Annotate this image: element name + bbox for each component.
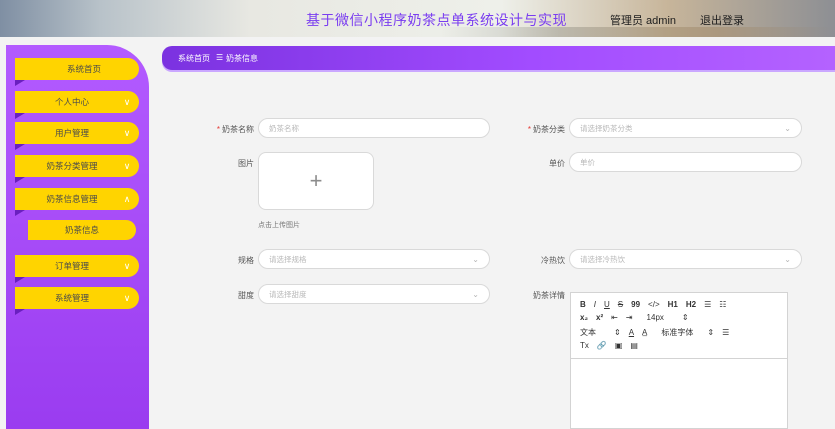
sidebar-item-label: 奶茶信息管理	[46, 194, 98, 204]
temp-label: 冷热饮	[541, 256, 565, 265]
outdent-icon[interactable]: ⇤	[611, 313, 618, 322]
ordered-list-icon[interactable]: ☰	[704, 300, 711, 309]
image-icon[interactable]: ▣	[615, 341, 623, 350]
background-color-button[interactable]: A̲	[642, 328, 647, 337]
quote-button[interactable]: 99	[631, 300, 640, 309]
sweet-placeholder: 请选择甜度	[269, 289, 307, 299]
sidebar-item-label: 系统管理	[54, 293, 89, 303]
chevron-down-icon: ⌄	[784, 124, 791, 133]
code-button[interactable]: </>	[648, 300, 660, 309]
chevron-down-icon: ⌄	[472, 290, 479, 299]
spec-select[interactable]: 请选择规格 ⌄	[258, 249, 490, 269]
video-icon[interactable]: ▤	[630, 341, 638, 350]
flag-decoration	[15, 80, 25, 86]
flag-decoration	[15, 113, 25, 119]
name-label: * 奶茶名称	[216, 125, 254, 134]
breadcrumb-separator-icon: ☰	[216, 53, 224, 62]
sidebar-item-home[interactable]: 系统首页	[15, 58, 139, 86]
font-size-select[interactable]: 14px	[647, 313, 664, 322]
flag-decoration	[15, 210, 25, 216]
sweet-label: 甜度	[238, 291, 254, 300]
sidebar-item-system[interactable]: 系统管理 ∨	[15, 287, 139, 315]
sidebar-item-users[interactable]: 用户管理 ∨	[15, 122, 139, 150]
heading1-button[interactable]: H1	[668, 300, 678, 309]
spec-label: 规格	[238, 256, 254, 265]
flag-decoration	[15, 277, 25, 283]
strike-button[interactable]: S	[618, 300, 623, 309]
breadcrumb-current: 奶茶信息	[226, 54, 258, 63]
temp-placeholder: 请选择冷热饮	[580, 254, 625, 264]
clear-format-button[interactable]: Tx	[580, 341, 589, 350]
italic-button[interactable]: I	[594, 300, 596, 309]
chevron-down-icon: ∨	[123, 127, 131, 138]
subscript-button[interactable]: x₂	[580, 313, 588, 322]
flag-decoration	[15, 177, 25, 183]
admin-label: 管理员 admin	[610, 15, 677, 27]
chevron-down-icon: ∨	[123, 292, 131, 303]
chevron-down-icon: ∨	[123, 160, 131, 171]
text-color-button[interactable]: A	[629, 328, 634, 337]
breadcrumb: 系统首页 ☰ 奶茶信息	[162, 46, 835, 70]
sidebar-item-orders[interactable]: 订单管理 ∨	[15, 255, 139, 283]
price-label: 单价	[549, 159, 565, 168]
sweet-select[interactable]: 请选择甜度 ⌄	[258, 284, 490, 304]
image-label: 图片	[238, 159, 254, 168]
align-icon[interactable]: ☰	[722, 328, 729, 337]
sidebar-item-label: 用户管理	[54, 128, 89, 138]
flag-decoration	[15, 144, 25, 150]
sidebar-item-label: 订单管理	[54, 261, 89, 271]
font-family-select[interactable]: 标准字体	[661, 327, 693, 338]
sidebar-item-tea-info[interactable]: 奶茶信息管理 ∧	[15, 188, 139, 216]
sidebar: 系统首页 个人中心 ∨ 用户管理 ∨ 奶茶分类管理 ∨ 奶茶信息管理 ∧ 奶茶信…	[6, 45, 149, 429]
indent-icon[interactable]: ⇥	[626, 313, 633, 322]
site-title: 基于微信小程序奶茶点单系统设计与实现	[306, 12, 567, 28]
price-input[interactable]: 单价	[569, 152, 802, 172]
chevron-down-icon: ∨	[123, 96, 131, 107]
paragraph-select[interactable]: 文本	[580, 327, 596, 338]
chevron-down-icon: ⌄	[784, 255, 791, 264]
superscript-button[interactable]: x²	[596, 313, 603, 322]
category-label: * 奶茶分类	[527, 125, 565, 134]
logout-link[interactable]: 退出登录	[700, 12, 744, 28]
chevron-down-icon: ∨	[123, 260, 131, 271]
upload-tip: 点击上传图片	[258, 222, 300, 229]
bullet-list-icon[interactable]: ☷	[719, 300, 726, 309]
sidebar-item-category[interactable]: 奶茶分类管理 ∨	[15, 155, 139, 183]
sidebar-item-personal[interactable]: 个人中心 ∨	[15, 91, 139, 119]
font-family-arrow-icon[interactable]: ⇕	[707, 328, 714, 337]
plus-icon: +	[309, 168, 323, 193]
image-uploader[interactable]: +	[258, 152, 374, 210]
detail-label: 奶茶详情	[533, 291, 565, 300]
chevron-up-icon: ∧	[123, 193, 131, 204]
temp-select[interactable]: 请选择冷热饮 ⌄	[569, 249, 802, 269]
paragraph-arrow-icon[interactable]: ⇕	[614, 328, 621, 337]
heading2-button[interactable]: H2	[686, 300, 696, 309]
breadcrumb-home[interactable]: 系统首页	[178, 53, 210, 64]
name-input[interactable]: 奶茶名称	[258, 118, 490, 138]
rich-text-editor[interactable]: B I U S 99 </> H1 H2 ☰ ☷ x₂ x² ⇤ ⇥ 14px …	[570, 292, 788, 429]
link-icon[interactable]: 🔗	[597, 341, 607, 350]
sidebar-item-label: 系统首页	[66, 64, 101, 74]
category-select[interactable]: 请选择奶茶分类 ⌄	[569, 118, 802, 138]
sidebar-item-label: 奶茶分类管理	[46, 161, 98, 171]
chevron-down-icon: ⌄	[472, 255, 479, 264]
bold-button[interactable]: B	[580, 300, 586, 309]
flag-decoration	[15, 309, 25, 315]
underline-button[interactable]: U	[604, 300, 610, 309]
sidebar-item-label: 个人中心	[54, 97, 89, 107]
spec-placeholder: 请选择规格	[269, 254, 307, 264]
category-placeholder: 请选择奶茶分类	[580, 123, 633, 133]
top-header: 基于微信小程序奶茶点单系统设计与实现 管理员 admin 退出登录	[0, 0, 835, 37]
sidebar-subitem-tea-info[interactable]: 奶茶信息	[28, 220, 136, 240]
editor-toolbar: B I U S 99 </> H1 H2 ☰ ☷ x₂ x² ⇤ ⇥ 14px …	[571, 293, 787, 359]
font-size-arrow-icon[interactable]: ⇕	[682, 313, 689, 322]
